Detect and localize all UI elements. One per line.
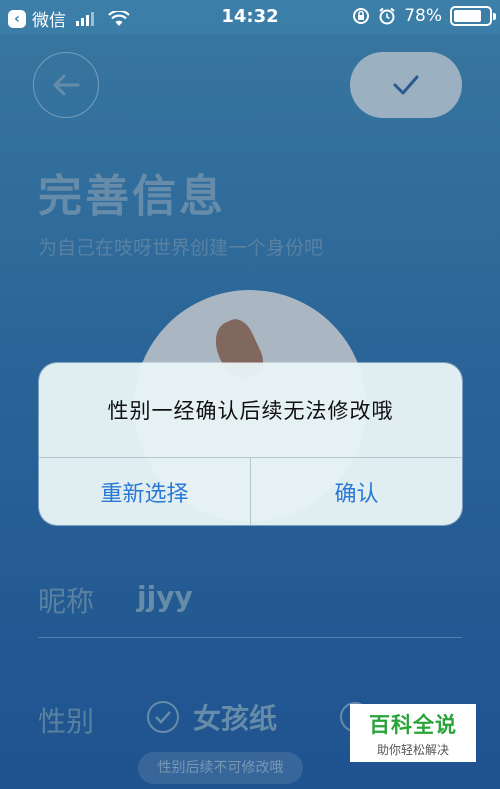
battery-icon	[450, 6, 496, 26]
battery-percent: 78%	[404, 6, 442, 26]
alert-dialog: 性别一经确认后续无法修改哦 重新选择 确认	[39, 363, 462, 525]
dialog-message: 性别一经确认后续无法修改哦	[107, 399, 394, 423]
dialog-actions: 重新选择 确认	[39, 457, 462, 525]
watermark-logo: 百科全说 助你轻松解决	[350, 704, 476, 762]
status-bar-right: 78%	[352, 6, 496, 26]
battery-fill	[454, 10, 481, 22]
watermark-subtitle: 助你轻松解决	[376, 742, 449, 757]
watermark-title: 百科全说	[369, 712, 457, 737]
confirm-button[interactable]: 确认	[250, 458, 462, 525]
rotation-lock-icon	[353, 8, 370, 24]
status-bar: ‹ 微信 14:32 78%	[0, 0, 500, 34]
alarm-icon	[379, 7, 395, 25]
reselect-button[interactable]: 重新选择	[39, 458, 250, 525]
